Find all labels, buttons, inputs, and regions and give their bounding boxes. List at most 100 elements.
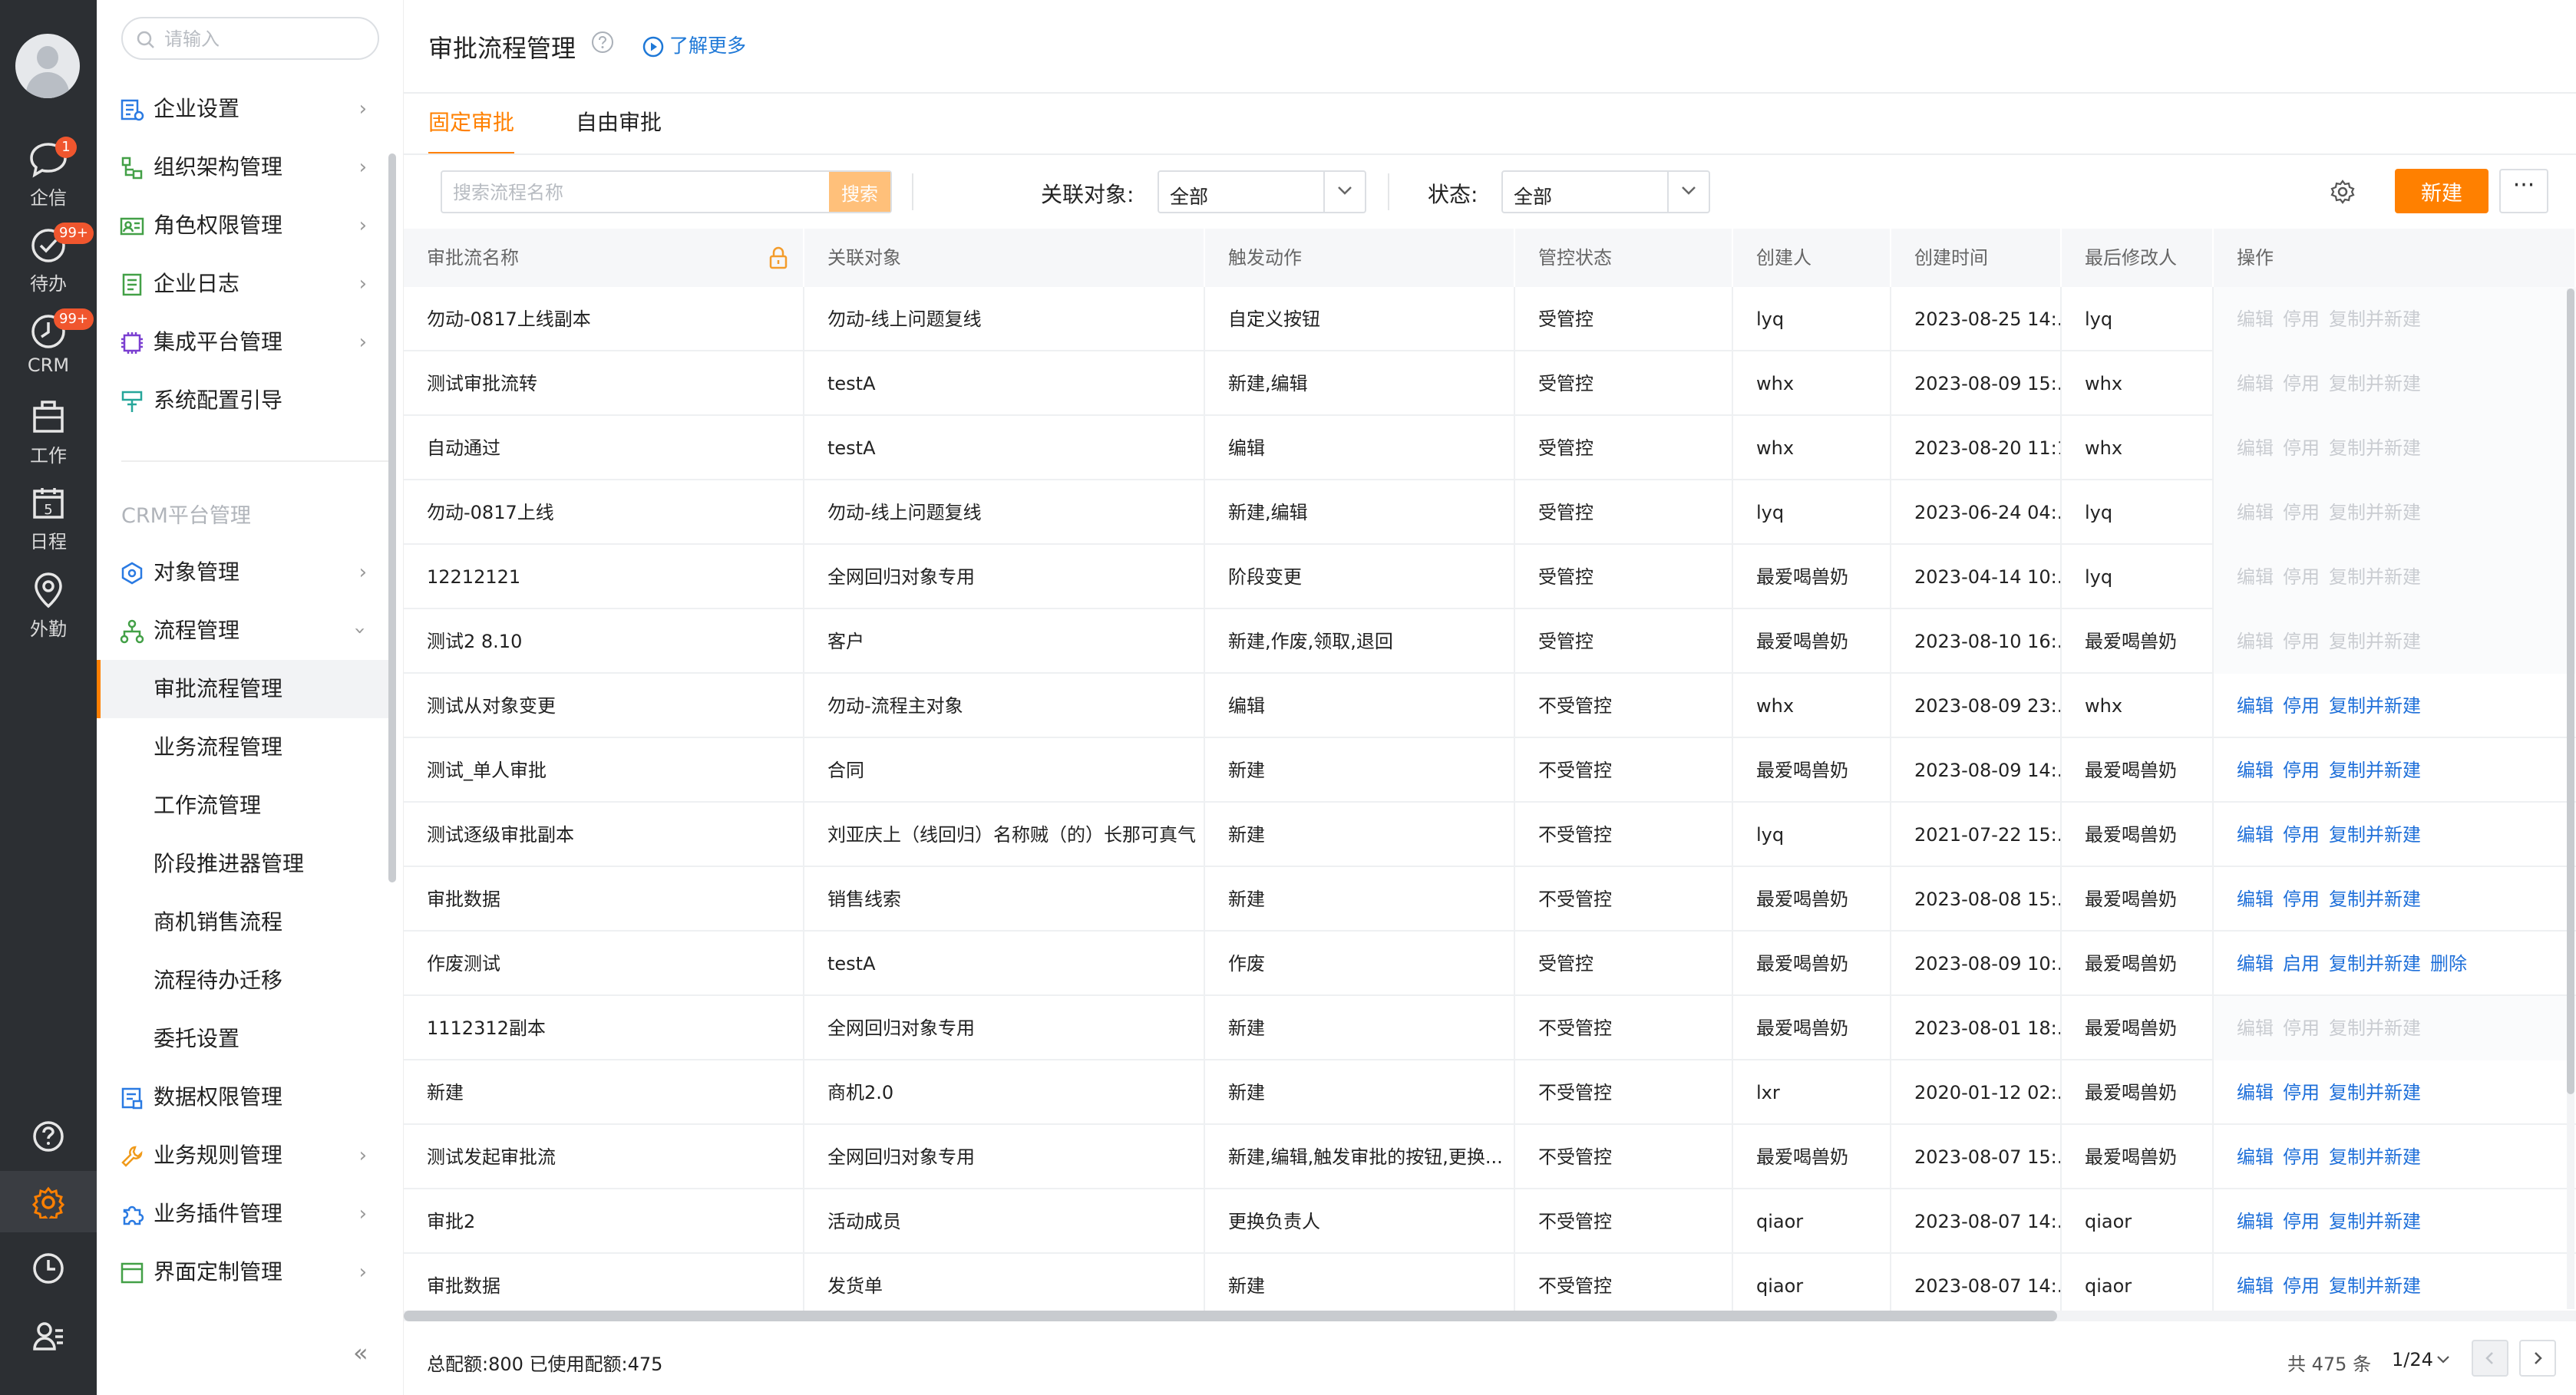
disable-action-link[interactable]: 停用 (2283, 566, 2320, 588)
column-header-creator[interactable]: 创建人 (1733, 229, 1891, 287)
edit-action-link[interactable]: 编辑 (2237, 1146, 2274, 1168)
table-row[interactable]: 勿动-0817上线副本 勿动-线上问题复线 自定义按钮 受管控 lyq 2023-08-2… (404, 287, 2576, 351)
sidebar-item-company-settings[interactable]: 企业设置 › (97, 80, 388, 138)
sidebar-item-process[interactable]: 流程管理 › (97, 602, 388, 660)
edit-action-link[interactable]: 编辑 (2237, 889, 2274, 910)
table-row[interactable]: 自动通过testA编辑受管控whx2023-08-20 11:11whx编辑停用… (404, 416, 2576, 480)
table-vertical-scrollbar[interactable] (2567, 289, 2574, 1309)
edit-action-link[interactable]: 编辑 (2237, 1082, 2274, 1103)
question-icon[interactable] (591, 31, 614, 54)
user-avatar[interactable] (15, 34, 80, 98)
edit-action-link[interactable]: 编辑 (2237, 824, 2274, 846)
rail-item-messages[interactable]: 企信 1 (0, 137, 97, 218)
learn-more-link[interactable]: 了解更多 (642, 31, 746, 58)
sidebar-scrollbar[interactable] (388, 153, 396, 882)
copy-new-action-link[interactable]: 复制并新建 (2329, 502, 2421, 523)
column-header-name[interactable]: 审批流名称 (404, 229, 804, 287)
disable-action-link[interactable]: 停用 (2283, 308, 2320, 330)
sidebar-search[interactable] (121, 17, 379, 60)
sidebar-item-log[interactable]: 企业日志 › (97, 255, 388, 313)
edit-action-link[interactable]: 编辑 (2237, 695, 2274, 717)
rail-help-button[interactable] (0, 1105, 97, 1166)
rail-item-work[interactable]: 工作 (0, 399, 97, 476)
copy-new-action-link[interactable]: 复制并新建 (2329, 953, 2421, 975)
disable-action-link[interactable]: 停用 (2283, 889, 2320, 910)
table-row[interactable]: 审批数据 销售线索 新建 不受管控 最爱喝兽奶 2023-08-08 15:... 最爱喝兽… (404, 867, 2576, 932)
rail-item-todo[interactable]: 待办 99+ (0, 223, 97, 304)
rail-item-calendar[interactable]: 5 日程 (0, 485, 97, 562)
edit-action-link[interactable]: 编辑 (2237, 566, 2274, 588)
sidebar-item-business-flow[interactable]: 业务流程管理 (97, 718, 388, 777)
more-actions-button[interactable]: ··· (2499, 169, 2548, 213)
table-row[interactable]: 勿动-0817上线 勿动-线上问题复线 新建,编辑 受管控 lyq 2023-06-24 … (404, 480, 2576, 545)
sidebar-item-ui-custom[interactable]: 界面定制管理 › (97, 1243, 388, 1301)
rail-history-button[interactable] (0, 1237, 97, 1298)
copy-new-action-link[interactable]: 复制并新建 (2329, 437, 2421, 459)
disable-action-link[interactable]: 停用 (2283, 631, 2320, 652)
edit-action-link[interactable]: 编辑 (2237, 953, 2274, 975)
sidebar-item-delegate[interactable]: 委托设置 (97, 1010, 388, 1068)
table-row[interactable]: 新建 商机2.0 新建 不受管控 lxr 2020-01-12 02:... 最爱喝兽奶 编辑… (404, 1060, 2576, 1125)
copy-new-action-link[interactable]: 复制并新建 (2329, 631, 2421, 652)
sidebar-item-approval-flow[interactable]: 审批流程管理 (97, 660, 388, 718)
table-row[interactable]: 作废测试 testA 作废 受管控 最爱喝兽奶 2023-08-09 10:... 最爱喝兽… (404, 932, 2576, 996)
copy-new-action-link[interactable]: 复制并新建 (2329, 373, 2421, 394)
horizontal-scroll-thumb[interactable] (404, 1311, 2057, 1321)
edit-action-link[interactable]: 编辑 (2237, 631, 2274, 652)
edit-action-link[interactable]: 编辑 (2237, 502, 2274, 523)
disable-action-link[interactable]: 停用 (2283, 1082, 2320, 1103)
copy-new-action-link[interactable]: 复制并新建 (2329, 308, 2421, 330)
table-row[interactable]: 测试从对象变更 勿动-流程主对象 编辑 不受管控 whx 2023-08-09 23:..… (404, 674, 2576, 738)
sidebar-item-role[interactable]: 角色权限管理 › (97, 196, 388, 255)
copy-new-action-link[interactable]: 复制并新建 (2329, 566, 2421, 588)
table-row[interactable]: 1112312副本 全网回归对象专用 新建 不受管控 最爱喝兽奶 2023-08-01 1… (404, 996, 2576, 1060)
search-button[interactable]: 搜索 (829, 172, 890, 212)
vertical-scroll-thumb[interactable] (2567, 289, 2574, 1094)
edit-action-link[interactable]: 编辑 (2237, 1017, 2274, 1039)
copy-new-action-link[interactable]: 复制并新建 (2329, 824, 2421, 846)
sidebar-item-object[interactable]: 对象管理 › (97, 543, 388, 602)
sidebar-item-data-permission[interactable]: 数据权限管理 (97, 1068, 388, 1126)
edit-action-link[interactable]: 编辑 (2237, 1275, 2274, 1297)
table-row[interactable]: 12212121 全网回归对象专用 阶段变更 受管控 最爱喝兽奶 2023-04-14 1… (404, 545, 2576, 609)
column-header-object[interactable]: 关联对象 (804, 229, 1205, 287)
disable-action-link[interactable]: 停用 (2283, 502, 2320, 523)
disable-action-link[interactable]: 停用 (2283, 1146, 2320, 1168)
table-settings-icon[interactable] (2329, 178, 2356, 206)
next-page-button[interactable] (2519, 1340, 2556, 1377)
disable-action-link[interactable]: 停用 (2283, 695, 2320, 717)
disable-action-link[interactable]: 停用 (2283, 824, 2320, 846)
table-row[interactable]: 测试审批流转 testA 新建,编辑 受管控 whx 2023-08-09 15:... w… (404, 351, 2576, 416)
copy-new-action-link[interactable]: 复制并新建 (2329, 760, 2421, 781)
copy-new-action-link[interactable]: 复制并新建 (2329, 889, 2421, 910)
table-horizontal-scrollbar[interactable] (404, 1311, 2576, 1321)
sidebar-item-stage[interactable]: 阶段推进器管理 (97, 835, 388, 893)
edit-action-link[interactable]: 编辑 (2237, 1211, 2274, 1232)
disable-action-link[interactable]: 停用 (2283, 437, 2320, 459)
rail-item-field[interactable]: 外勤 (0, 571, 97, 648)
enable-action-link[interactable]: 启用 (2283, 953, 2320, 975)
copy-new-action-link[interactable]: 复制并新建 (2329, 695, 2421, 717)
table-row[interactable]: 测试_单人审批 合同 新建 不受管控 最爱喝兽奶 2023-08-09 14:... 最爱喝… (404, 738, 2576, 803)
sidebar-item-workflow[interactable]: 工作流管理 (97, 777, 388, 835)
lock-icon[interactable] (768, 246, 789, 270)
prev-page-button[interactable] (2472, 1340, 2508, 1377)
disable-action-link[interactable]: 停用 (2283, 1211, 2320, 1232)
column-header-trigger[interactable]: 触发动作 (1205, 229, 1515, 287)
sidebar-item-plugin[interactable]: 业务插件管理 › (97, 1185, 388, 1243)
page-selector[interactable]: 1/24 (2392, 1349, 2450, 1370)
delete-action-link[interactable]: 删除 (2430, 953, 2467, 975)
sidebar-item-opportunity[interactable]: 商机销售流程 (97, 893, 388, 951)
tab-fixed-approval[interactable]: 固定审批 (428, 107, 515, 155)
flow-search-input[interactable] (453, 180, 798, 206)
sidebar-item-org[interactable]: 组织架构管理 › (97, 138, 388, 196)
table-row[interactable]: 审批2 活动成员 更换负责人 不受管控 qiaor 2023-08-07 14:... qi… (404, 1189, 2576, 1254)
disable-action-link[interactable]: 停用 (2283, 760, 2320, 781)
table-row[interactable]: 测试发起审批流 全网回归对象专用 新建,编辑,触发审批的按钮,更换... 不受管控 最爱… (404, 1125, 2576, 1189)
rail-settings-button[interactable] (0, 1171, 97, 1232)
edit-action-link[interactable]: 编辑 (2237, 437, 2274, 459)
table-row[interactable]: 测试2 8.10 客户 新建,作废,领取,退回 受管控 最爱喝兽奶 2023-08-10 … (404, 609, 2576, 674)
edit-action-link[interactable]: 编辑 (2237, 308, 2274, 330)
table-row[interactable]: 测试逐级审批副本 刘亚庆上（线回归）名称贼（的）长那可真气 新建 不受管控 lyq 202… (404, 803, 2576, 867)
rail-item-crm[interactable]: CRM 99+ (0, 308, 97, 390)
